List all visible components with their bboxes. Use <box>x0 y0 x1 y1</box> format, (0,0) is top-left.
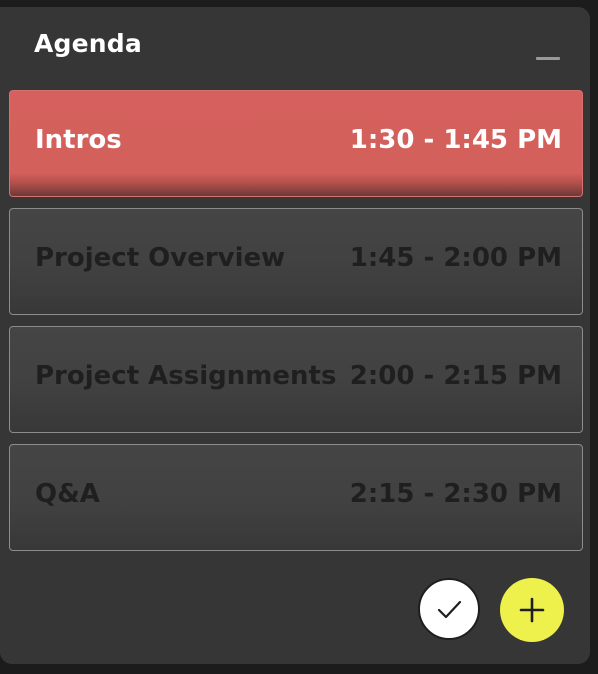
agenda-item-time: 1:45 - 2:00 PM <box>349 243 562 273</box>
agenda-item[interactable]: Q&A 2:15 - 2:30 PM <box>9 444 583 551</box>
confirm-button[interactable] <box>418 578 480 640</box>
add-item-button[interactable] <box>500 578 564 642</box>
agenda-panel: Agenda Intros 1:30 - 1:45 PM Project Ove… <box>0 7 590 664</box>
agenda-title: Agenda <box>34 29 142 58</box>
agenda-item-time: 2:00 - 2:15 PM <box>349 361 562 391</box>
agenda-list: Intros 1:30 - 1:45 PM Project Overview 1… <box>9 90 583 562</box>
agenda-item-time: 1:30 - 1:45 PM <box>349 125 562 155</box>
agenda-item-name: Project Overview <box>35 243 286 273</box>
agenda-item[interactable]: Project Overview 1:45 - 2:00 PM <box>9 208 583 315</box>
minimize-button[interactable] <box>536 57 560 60</box>
agenda-item-name: Project Assignments <box>35 361 337 391</box>
agenda-item-name: Q&A <box>35 479 100 509</box>
agenda-item[interactable]: Intros 1:30 - 1:45 PM <box>9 90 583 197</box>
checkmark-icon <box>437 600 462 619</box>
agenda-item-time: 2:15 - 2:30 PM <box>349 479 562 509</box>
agenda-item[interactable]: Project Assignments 2:00 - 2:15 PM <box>9 326 583 433</box>
agenda-item-name: Intros <box>35 125 122 155</box>
plus-icon <box>519 597 545 623</box>
agenda-header: Agenda <box>34 29 560 65</box>
